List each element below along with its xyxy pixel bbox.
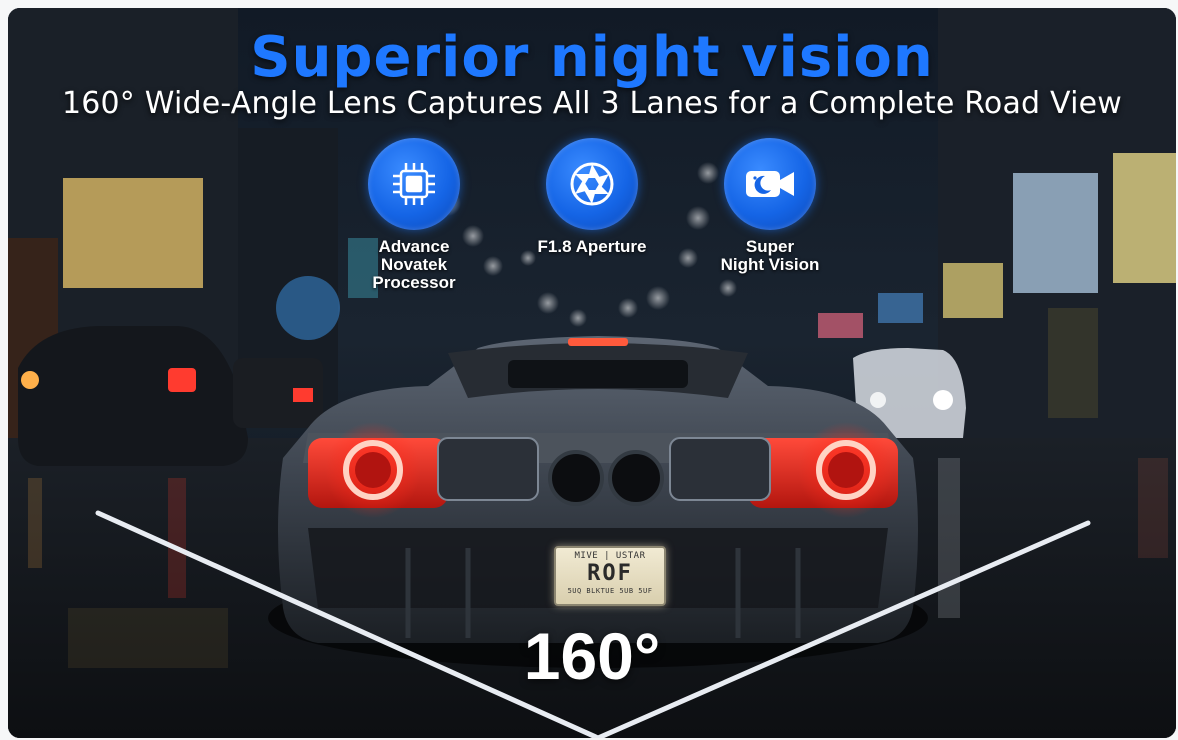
license-plate-main: ROF xyxy=(587,561,633,586)
product-banner: Superior night vision 160° Wide-Angle Le… xyxy=(8,8,1176,738)
feature-processor-label: Advance Novatek Processor xyxy=(372,237,456,292)
feature-night-vision-label: Super Night Vision xyxy=(720,237,820,274)
headline: Superior night vision xyxy=(250,25,934,90)
subheadline: 160° Wide-Angle Lens Captures All 3 Lane… xyxy=(61,86,1123,121)
feature-processor: Advance Novatek Processor xyxy=(339,138,489,292)
feature-night-vision: Super Night Vision xyxy=(695,138,845,274)
feature-aperture-label: F1.8 Aperture xyxy=(537,237,647,256)
angle-label: 160° xyxy=(523,619,661,693)
license-plate: MIVE | USTAR ROF 5UQ BLKTUE 5UB 5UF xyxy=(554,546,666,606)
license-plate-bottom: 5UQ BLKTUE 5UB 5UF xyxy=(567,587,653,595)
night-camera-icon xyxy=(724,138,816,230)
processor-chip-icon xyxy=(368,138,460,230)
aperture-icon xyxy=(546,138,638,230)
feature-aperture: F1.8 Aperture xyxy=(517,138,667,256)
